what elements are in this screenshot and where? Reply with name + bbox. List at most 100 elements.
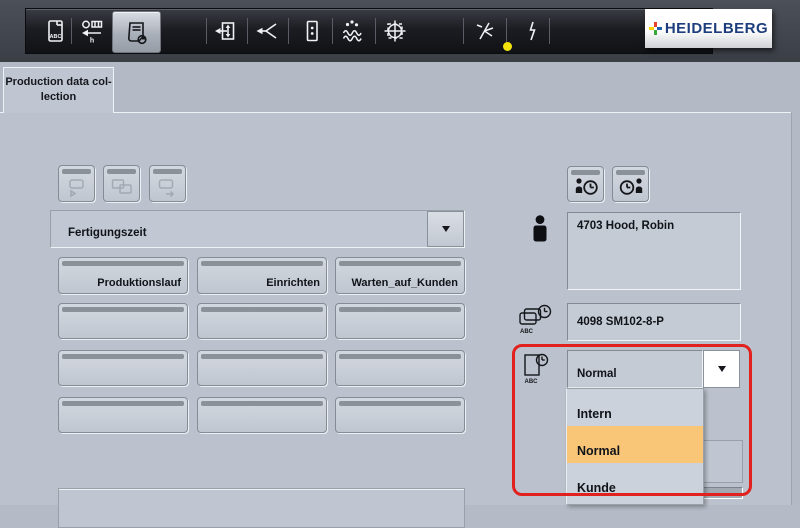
button-top-bar [107, 169, 136, 174]
tab-label-line2: lection [4, 90, 113, 105]
empty-activity-button[interactable] [197, 350, 327, 386]
toolbar-separator [247, 18, 248, 44]
toolbar-separator [549, 18, 550, 44]
toolbar-separator [288, 18, 289, 44]
tab-strip [0, 62, 800, 112]
time-type-dropdown-button[interactable] [427, 211, 464, 247]
empty-activity-button[interactable] [335, 397, 465, 433]
button-top-bar [616, 170, 645, 175]
order-type-value: Normal [577, 368, 617, 380]
button-top-bar [201, 401, 323, 406]
pdc-selected-button[interactable] [112, 11, 161, 53]
button-top-bar [201, 261, 323, 266]
washup-icon[interactable] [472, 18, 498, 44]
order-type-icon: ABC [521, 350, 551, 386]
toolbar-separator [463, 18, 464, 44]
button-top-bar [201, 307, 323, 312]
tab-label-line1: Production data col- [4, 75, 113, 90]
activity-button-label: Einrichten [266, 277, 320, 289]
button-top-bar [153, 169, 182, 174]
operator-person-icon [531, 215, 549, 243]
heidelberg-cross-icon [649, 22, 662, 35]
order-type-dropdown-list: Intern Normal Kunde [566, 388, 704, 505]
sheet-travel-icon[interactable] [254, 18, 280, 44]
job-start-button[interactable] [58, 165, 95, 202]
press-name: 4098 SM102-8-P [577, 316, 664, 328]
dropdown-option-label: Normal [577, 444, 620, 458]
button-top-bar [339, 307, 461, 312]
press-icon: ABC [517, 302, 553, 336]
activity-button-label: Produktionslauf [97, 277, 181, 289]
status-yellow-dot [503, 42, 512, 51]
comment-panel [58, 488, 465, 528]
clock-out-button[interactable] [612, 166, 649, 202]
svg-text:ABC: ABC [525, 379, 539, 385]
time-type-combo[interactable]: Fertigungszeit [50, 210, 465, 248]
button-top-bar [201, 354, 323, 359]
button-top-bar [62, 261, 184, 266]
dropdown-option-intern[interactable]: Intern [567, 389, 703, 426]
button-top-bar [339, 261, 461, 266]
dropdown-option-label: Intern [577, 407, 612, 421]
dropdown-option-kunde[interactable]: Kunde [567, 463, 703, 500]
toolbar-separator [71, 18, 72, 44]
job-list-icon[interactable]: ABC [42, 18, 68, 44]
start-activity-icon [64, 176, 90, 200]
fault-indicator-icon[interactable] [518, 18, 544, 44]
activity-button-einrichten[interactable]: Einrichten [197, 257, 327, 294]
operator-clock-in-icon [573, 176, 600, 200]
empty-activity-button[interactable] [197, 397, 327, 433]
press-field[interactable]: 4098 SM102-8-P [567, 303, 741, 341]
operator-field[interactable]: 4703 Hood, Robin [567, 212, 741, 290]
powder-sprayer-icon[interactable] [339, 18, 365, 44]
time-correction-icon[interactable]: h [79, 18, 105, 44]
order-type-combo[interactable]: Normal [567, 350, 703, 388]
svg-text:h: h [90, 38, 94, 45]
button-top-bar [62, 354, 184, 359]
toolbar-separator [375, 18, 376, 44]
button-top-bar [339, 354, 461, 359]
job-change-button[interactable] [103, 165, 140, 202]
empty-activity-button[interactable] [335, 350, 465, 386]
time-type-value: Fertigungszeit [68, 227, 147, 239]
activity-button-produktionslauf[interactable]: Produktionslauf [58, 257, 188, 294]
change-activity-icon [109, 176, 135, 200]
production-data-collection-icon [123, 19, 149, 45]
operator-clock-out-icon [618, 176, 645, 200]
toolbar-separator [506, 18, 507, 44]
feeder-icon[interactable] [213, 18, 239, 44]
main-toolbar: ABC h [25, 8, 713, 54]
job-end-button[interactable] [149, 165, 186, 202]
printing-unit-icon[interactable] [299, 18, 325, 44]
toolbar-separator [332, 18, 333, 44]
register-icon[interactable] [382, 18, 408, 44]
pdc-screen: ABC h [0, 0, 800, 505]
button-top-bar [571, 170, 600, 175]
tab-production-data-collection[interactable]: Production data col- lection [3, 67, 114, 113]
empty-activity-button[interactable] [58, 303, 188, 339]
svg-text:ABC: ABC [50, 34, 62, 40]
top-band: ABC h [0, 0, 800, 62]
order-type-dropdown-button[interactable] [703, 350, 740, 388]
empty-activity-button[interactable] [335, 303, 465, 339]
empty-activity-button[interactable] [197, 303, 327, 339]
empty-activity-button[interactable] [58, 350, 188, 386]
clock-in-button[interactable] [567, 166, 604, 202]
button-top-bar [62, 307, 184, 312]
button-top-bar [62, 401, 184, 406]
button-top-bar [339, 401, 461, 406]
activity-button-warten-auf-kunden[interactable]: Warten_auf_Kunden [335, 257, 465, 294]
svg-text:ABC: ABC [520, 329, 534, 335]
end-activity-icon [155, 176, 181, 200]
dropdown-option-label: Kunde [577, 481, 616, 495]
empty-activity-button[interactable] [58, 397, 188, 433]
chevron-down-icon [442, 226, 450, 232]
heidelberg-logo: HEIDELBERG [645, 9, 772, 48]
logo-text: HEIDELBERG [665, 20, 768, 37]
chevron-down-icon [718, 366, 726, 372]
dropdown-option-normal-highlighted[interactable]: Normal [567, 426, 703, 463]
operator-name: 4703 Hood, Robin [577, 220, 674, 232]
activity-button-label: Warten_auf_Kunden [351, 277, 458, 289]
button-top-bar [62, 169, 91, 174]
toolbar-separator [206, 18, 207, 44]
